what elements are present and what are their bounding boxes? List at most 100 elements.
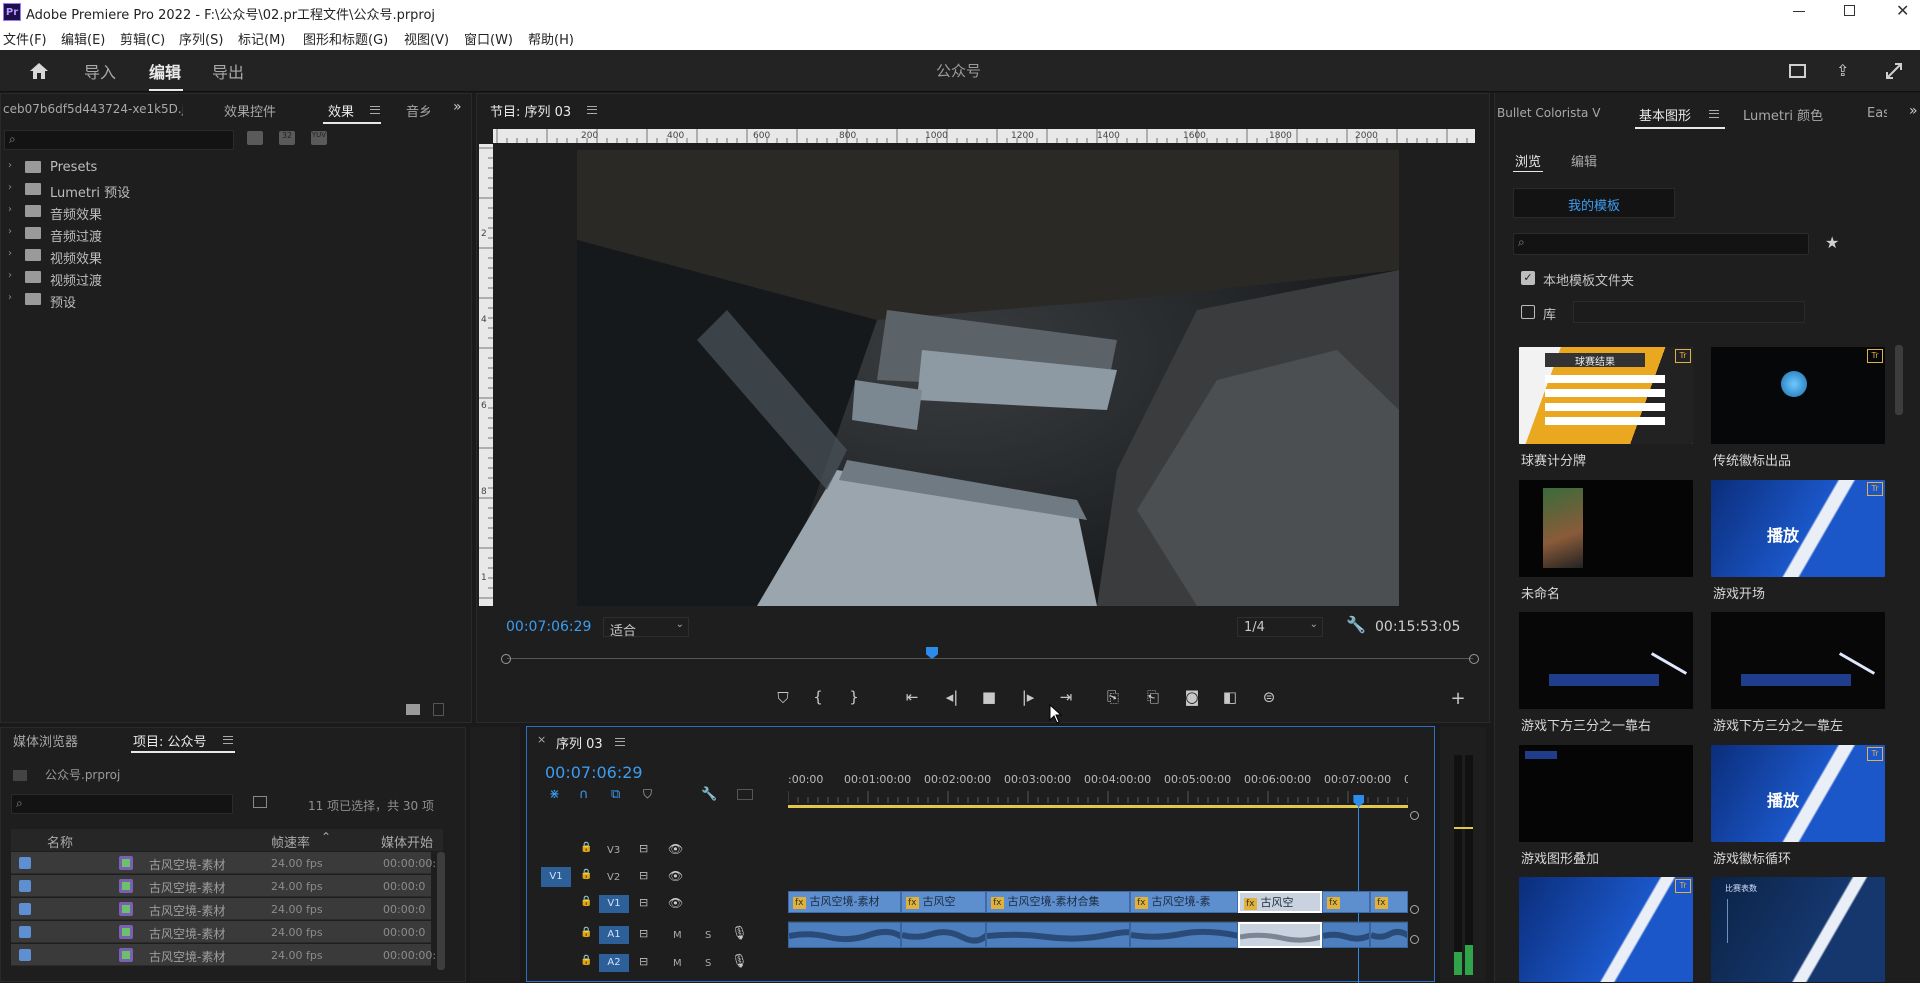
program-monitor-title[interactable]: 节目: 序列 03 (490, 101, 571, 120)
column-framerate[interactable]: 帧速率 (271, 832, 310, 851)
scrubber-start-handle[interactable] (501, 654, 511, 664)
menu-view[interactable]: 视图(V) (404, 29, 449, 48)
effects-folder-video-effects[interactable]: › 视频效果 (1, 245, 471, 267)
source-patch-v1[interactable]: V1 (541, 867, 571, 887)
sync-lock-icon[interactable]: ⊟ (639, 955, 648, 968)
add-button-icon[interactable]: + (1447, 688, 1469, 709)
close-icon[interactable]: ✕ (1896, 1, 1909, 20)
audio-clip[interactable] (788, 922, 901, 948)
timeline-timecode[interactable]: 00:07:06:29 (545, 763, 643, 782)
microphone-icon[interactable]: 🎙 (731, 954, 748, 969)
templates-search-input[interactable]: ⌕ (1513, 233, 1809, 255)
mute-button[interactable]: M (673, 958, 682, 969)
video-clip[interactable]: fx 古风空 (901, 891, 986, 913)
template-thumb-extra-1[interactable]: Tr (1519, 877, 1693, 982)
expand-icon[interactable] (1885, 62, 1903, 80)
track-v1-label[interactable]: V1 (599, 895, 629, 913)
local-folder-checkbox[interactable]: ✓ (1521, 271, 1535, 285)
menu-icon[interactable] (223, 736, 233, 744)
my-templates-button[interactable]: 我的模板 (1513, 188, 1675, 218)
subtab-edit[interactable]: 编辑 (1571, 151, 1597, 170)
menu-graphics[interactable]: 图形和标题(G) (303, 29, 388, 48)
microphone-icon[interactable]: 🎙 (731, 926, 748, 941)
tab-essential-sound[interactable]: Eas (1867, 106, 1887, 121)
track-a2-label[interactable]: A2 (599, 954, 629, 972)
wrench-icon[interactable]: 🔧 (1346, 615, 1366, 634)
accelerated-effects-icon[interactable] (247, 131, 263, 145)
new-bin-icon[interactable] (253, 796, 267, 808)
effects-folder-presets-cn[interactable]: › 预设 (1, 289, 471, 311)
project-search-input[interactable]: ⌕ (11, 794, 233, 814)
video-clip[interactable]: fx (1370, 891, 1408, 913)
template-thumb-logo-reveal[interactable]: Tr (1711, 347, 1885, 444)
captions-icon[interactable] (737, 789, 753, 800)
sync-lock-icon[interactable]: ⊟ (639, 842, 648, 855)
tab-media-browser[interactable]: 媒体浏览器 (13, 731, 78, 750)
template-thumb-extra-2[interactable]: 比赛表数 (1711, 877, 1885, 982)
tab-effect-controls[interactable]: 效果控件 (224, 101, 276, 120)
overflow-icon[interactable]: » (1909, 103, 1918, 119)
menu-edit[interactable]: 编辑(E) (61, 29, 105, 48)
timeline-zoom-handle[interactable] (1410, 935, 1419, 944)
extract-icon[interactable]: ⎗ (1142, 688, 1164, 706)
track-v3-label[interactable]: V3 (607, 845, 620, 856)
table-row[interactable]: 古风空境-素材 24.00 fps 00:00:00: (11, 944, 436, 966)
maximize-icon[interactable] (1844, 5, 1855, 16)
tab-export[interactable]: 导出 (212, 59, 244, 83)
eye-icon[interactable]: 👁 (668, 842, 683, 856)
yuv-effects-icon[interactable]: YUV (311, 131, 327, 145)
effects-folder-presets[interactable]: › Presets (1, 157, 471, 179)
library-dropdown[interactable] (1573, 301, 1805, 323)
lock-icon[interactable]: 🔒 (580, 842, 592, 853)
track-v2-label[interactable]: V2 (607, 872, 620, 883)
menu-icon[interactable] (615, 738, 625, 746)
label-color-swatch[interactable] (19, 857, 31, 869)
linked-selection-icon[interactable]: ⧉ (611, 787, 620, 802)
video-clip-selected[interactable]: fx 古风空 (1238, 891, 1322, 913)
go-to-in-icon[interactable]: ⇤ (901, 688, 923, 706)
minimize-icon[interactable] (1793, 11, 1805, 12)
solo-button[interactable]: S (705, 930, 711, 941)
tab-bullet-colorista[interactable]: Bullet Colorista V (1497, 106, 1600, 120)
template-thumb-logo-loop[interactable]: 播放 Tr (1711, 745, 1885, 842)
vr-video-icon[interactable]: ⊜ (1258, 688, 1280, 706)
timeline-settings-icon[interactable]: 🔧 (701, 787, 717, 802)
menu-file[interactable]: 文件(F) (3, 29, 47, 48)
template-thumb-lower-third-right[interactable] (1519, 612, 1693, 709)
work-area-bar[interactable] (788, 805, 1408, 808)
video-frame[interactable] (577, 150, 1399, 606)
audio-clip-selected[interactable] (1238, 922, 1322, 948)
vertical-scrollbar[interactable] (1895, 345, 1903, 415)
label-color-swatch[interactable] (19, 903, 31, 915)
video-clip[interactable]: fx 古风空境-素材 (788, 891, 901, 913)
menu-window[interactable]: 窗口(W) (464, 29, 513, 48)
tab-source-file[interactable]: ceb07b6df5d443724-xe1k5D.jpg (3, 102, 183, 116)
track-a1-label[interactable]: A1 (599, 926, 629, 944)
tab-essential-graphics[interactable]: 基本图形 (1639, 105, 1691, 124)
table-row[interactable]: 古风空境-素材 24.00 fps 00:00:0 (11, 875, 431, 897)
tab-effects[interactable]: 效果 (328, 101, 354, 120)
effects-folder-lumetri[interactable]: › Lumetri 预设 (1, 179, 471, 201)
audio-clip[interactable] (1130, 922, 1238, 948)
table-row[interactable]: 古风空境-素材 24.00 fps 00:00:0 (11, 898, 431, 920)
effects-folder-video-transitions[interactable]: › 视频过渡 (1, 267, 471, 289)
32bit-effects-icon[interactable]: 32 (279, 131, 295, 145)
insert-nest-icon[interactable]: ⋇ (549, 787, 560, 802)
video-clip[interactable]: fx 古风空境-素 (1130, 891, 1238, 913)
sync-lock-icon[interactable]: ⊟ (639, 896, 648, 909)
timeline-zoom-handle[interactable] (1410, 811, 1419, 820)
template-thumb-game-opening[interactable]: 播放 Tr (1711, 480, 1885, 577)
sequence-tab[interactable]: 序列 03 (556, 733, 603, 752)
tab-edit[interactable]: 编辑 (149, 59, 181, 83)
audio-clip[interactable] (901, 922, 986, 948)
template-thumb-graphic-overlay[interactable] (1519, 745, 1693, 842)
table-row[interactable]: 古风空境-素材 24.00 fps 00:00:0 (11, 921, 431, 943)
column-name[interactable]: 名称 (47, 832, 73, 851)
menu-help[interactable]: 帮助(H) (528, 29, 574, 48)
lock-icon[interactable]: 🔒 (580, 955, 592, 966)
solo-button[interactable]: S (705, 958, 711, 969)
mute-button[interactable]: M (673, 930, 682, 941)
column-media-start[interactable]: 媒体开始 (381, 832, 433, 851)
step-forward-icon[interactable]: |▸ (1017, 688, 1039, 706)
label-color-swatch[interactable] (19, 926, 31, 938)
